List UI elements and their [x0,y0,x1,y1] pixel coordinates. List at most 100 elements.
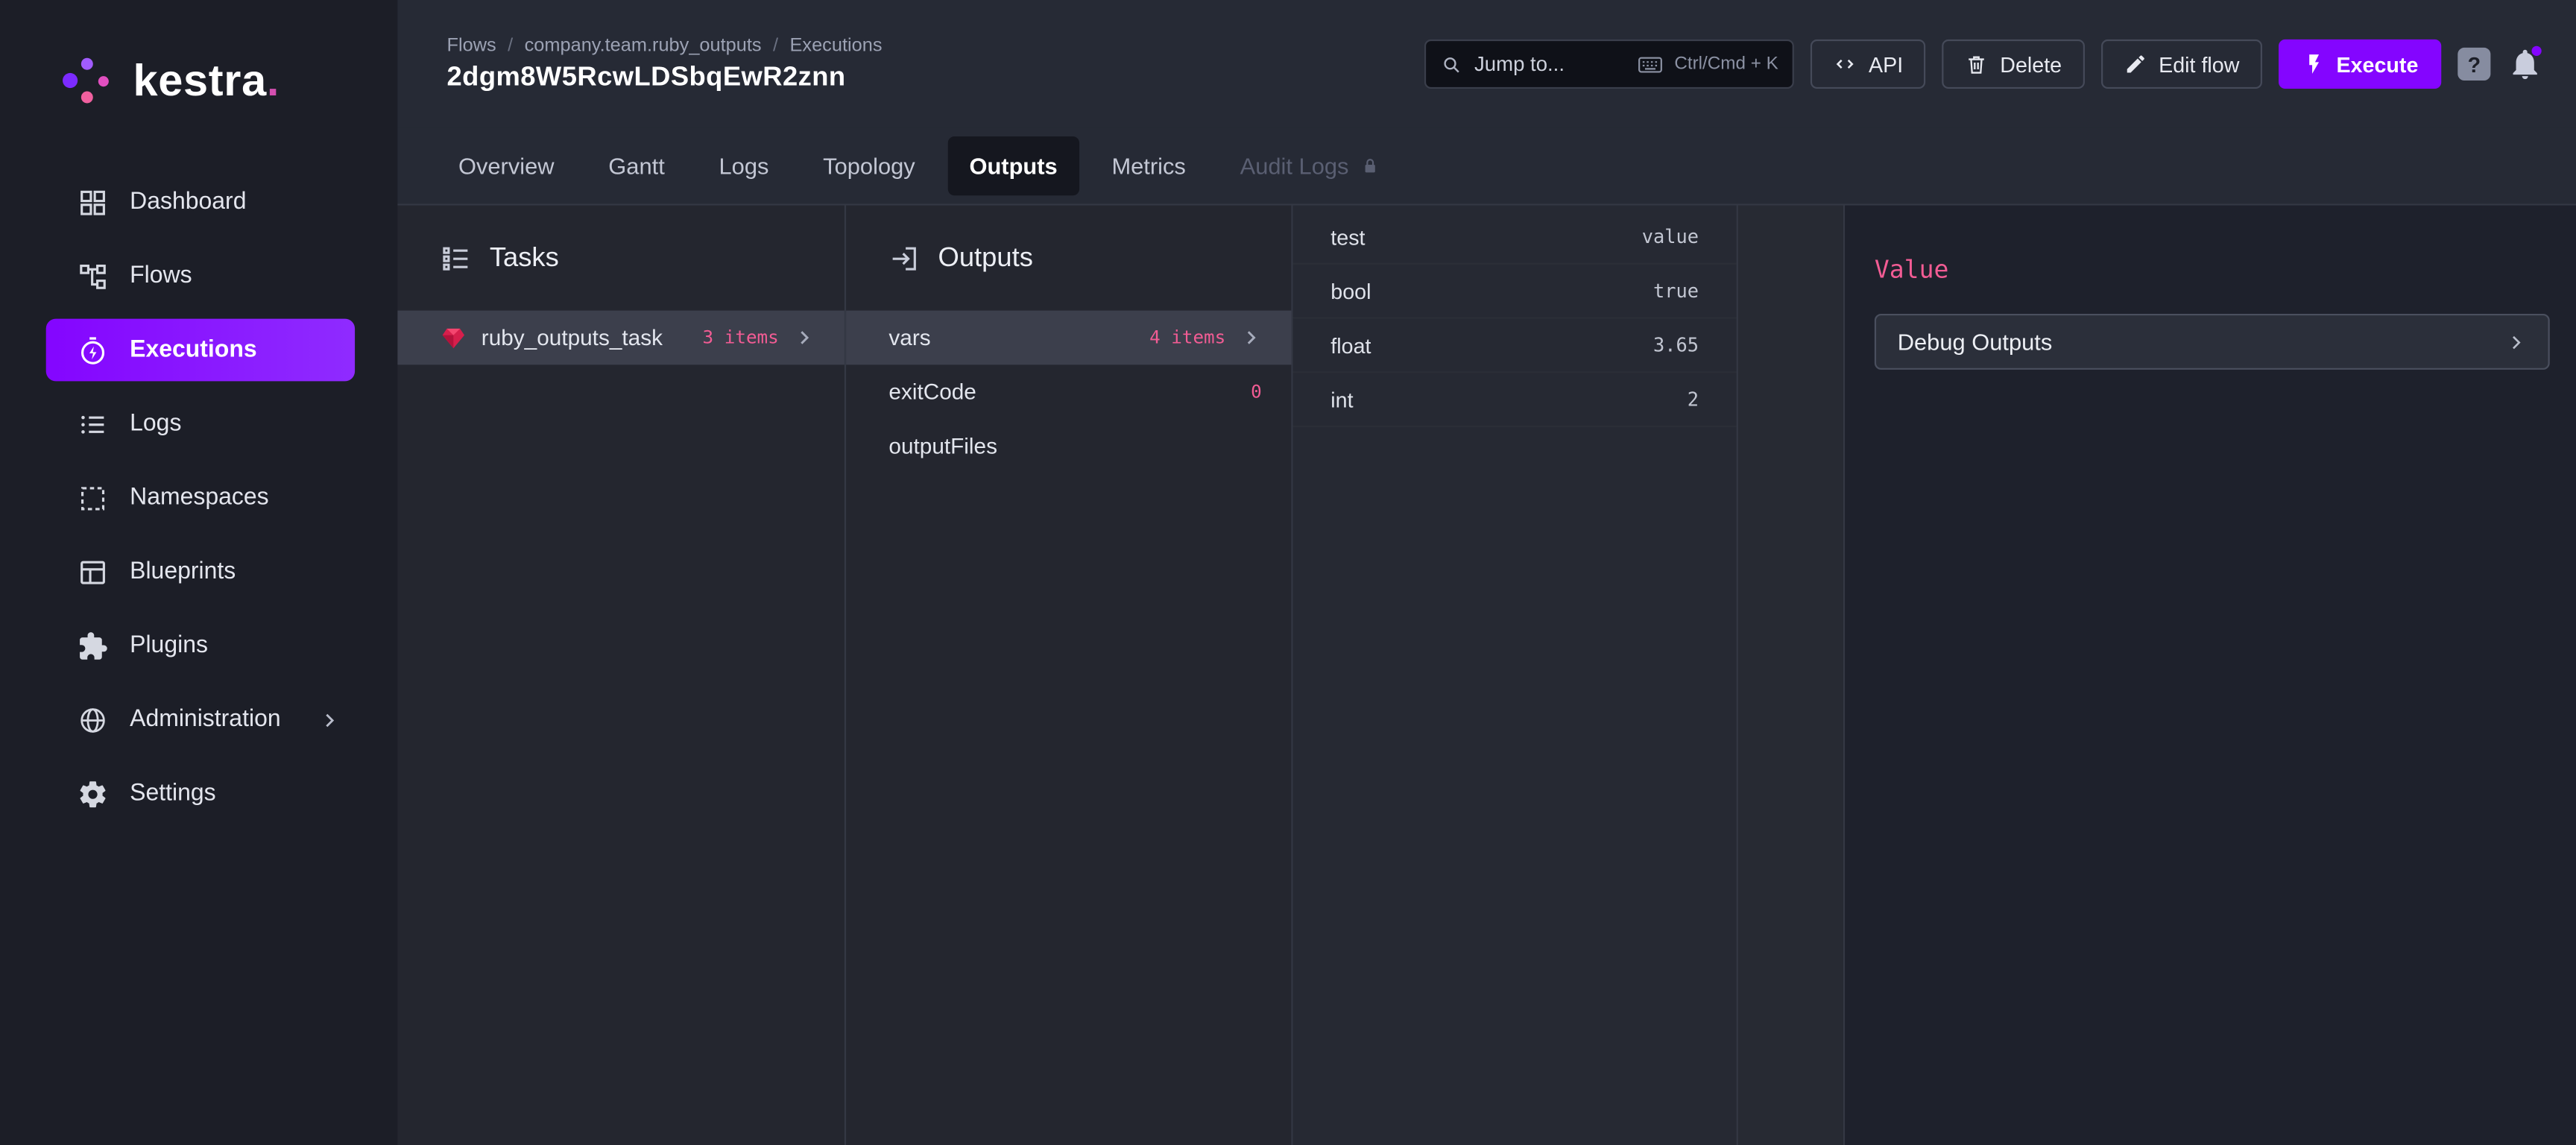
sidebar-item-label: Settings [130,780,216,807]
kv-key: bool [1330,279,1371,303]
namespaces-icon [78,482,109,514]
tasks-panel-title: Tasks [490,242,559,274]
notifications-button[interactable] [2507,46,2542,82]
output-label: vars [888,325,930,350]
kv-key: int [1330,387,1353,411]
kv-key: test [1330,224,1365,249]
sidebar-item-dashboard[interactable]: Dashboard [46,171,355,233]
sidebar-item-settings[interactable]: Settings [46,763,355,825]
kv-key: float [1330,332,1371,357]
breadcrumb-separator: / [773,35,778,54]
tab-outputs[interactable]: Outputs [948,136,1079,195]
breadcrumb-executions[interactable]: Executions [790,35,883,54]
trash-icon [1966,53,1989,76]
kestra-logo-icon [59,53,115,109]
outputs-panel-title: Outputs [938,242,1033,274]
output-row-vars[interactable]: vars 4 items [846,311,1291,365]
delete-button-label: Delete [2000,51,2062,76]
empty-column [1738,206,1845,1145]
sidebar-item-flows[interactable]: Flows [46,245,355,307]
kv-row-bool[interactable]: bool true [1293,265,1737,319]
sidebar-item-executions[interactable]: Executions [46,319,355,382]
sidebar-item-plugins[interactable]: Plugins [46,614,355,677]
kv-value: value [1642,225,1699,248]
kv-row-test[interactable]: test value [1293,210,1737,265]
output-label: exitCode [888,379,976,404]
sidebar-item-label: Executions [130,337,257,363]
flows-icon [78,260,109,291]
sidebar-item-blueprints[interactable]: Blueprints [46,540,355,603]
execute-button[interactable]: Execute [2279,40,2441,89]
kestra-logo[interactable]: kestra. [0,42,397,118]
tab-metrics[interactable]: Metrics [1090,136,1208,195]
sidebar-item-label: Namespaces [130,485,269,511]
jump-to-search[interactable]: Jump to... Ctrl/Cmd + K [1425,40,1795,89]
sidebar-nav: Dashboard Flows Executions [0,171,397,836]
tab-overview[interactable]: Overview [437,136,575,195]
tab-topology[interactable]: Topology [802,136,937,195]
topbar-left: Flows / company.team.ruby_outputs / Exec… [447,35,883,92]
lock-icon [1360,156,1380,175]
outputs-panel-header: Outputs [846,206,1291,311]
breadcrumb: Flows / company.team.ruby_outputs / Exec… [447,35,883,54]
tasks-panel: Tasks ruby_outputs_task 3 items [397,206,846,1145]
debug-outputs-label: Debug Outputs [1898,329,2053,355]
logs-icon [78,409,109,440]
notification-dot [2531,46,2541,56]
kv-value: true [1653,280,1699,303]
outputs-icon [888,242,920,274]
sidebar-item-namespaces[interactable]: Namespaces [46,467,355,529]
logo-wordmark: kestra. [133,55,280,106]
task-row-ruby-outputs-task[interactable]: ruby_outputs_task 3 items [397,311,845,365]
api-button[interactable]: API [1811,40,1926,89]
output-value: 0 [1251,381,1262,403]
chevron-right-icon [318,709,340,731]
kv-row-int[interactable]: int 2 [1293,373,1737,427]
sidebar-item-label: Flows [130,263,192,289]
task-items-count: 3 items [703,327,779,349]
sidebar-item-label: Logs [130,411,181,437]
edit-flow-button[interactable]: Edit flow [2101,40,2262,89]
sidebar-item-label: Plugins [130,633,208,659]
outputs-explorer: Tasks ruby_outputs_task 3 items [397,204,2576,1145]
search-placeholder: Jump to... [1474,53,1565,76]
topbar-actions: Jump to... Ctrl/Cmd + K API [1425,40,2543,89]
kestra-app: kestra. Dashboard Flows [0,0,2576,1145]
delete-button[interactable]: Delete [1942,40,2085,89]
administration-icon [78,704,109,735]
vars-values-panel: test value bool true float 3.65 int 2 [1293,206,1738,1145]
gear-icon [78,778,109,810]
tasks-panel-header: Tasks [397,206,845,311]
search-shortcut-label: Ctrl/Cmd + K [1674,54,1778,74]
output-row-outputfiles[interactable]: outputFiles [846,419,1291,473]
execution-tabs: Overview Gantt Logs Topology Outputs Met… [397,128,2576,204]
edit-flow-button-label: Edit flow [2159,51,2239,76]
tab-logs[interactable]: Logs [698,136,790,195]
breadcrumb-namespace[interactable]: company.team.ruby_outputs [525,35,762,54]
blueprints-icon [78,556,109,587]
help-button[interactable]: ? [2457,48,2490,81]
sidebar-item-label: Dashboard [130,189,246,215]
chevron-right-icon [794,327,815,349]
topbar: Flows / company.team.ruby_outputs / Exec… [397,0,2576,128]
chevron-right-icon [2505,329,2527,354]
breadcrumb-flows[interactable]: Flows [447,35,496,54]
sidebar-item-label: Blueprints [130,558,236,584]
value-panel: Value Debug Outputs [1845,206,2576,1145]
keyboard-icon [1637,50,1664,78]
kv-row-float[interactable]: float 3.65 [1293,319,1737,373]
chevron-right-icon [1240,327,1262,349]
execution-id-title: 2dgm8W5RcwLDSbqEwR2znn [447,62,883,93]
task-label: ruby_outputs_task [482,325,663,350]
kv-value: 2 [1688,388,1699,411]
sidebar-item-administration[interactable]: Administration [46,689,355,751]
output-row-exitcode[interactable]: exitCode 0 [846,365,1291,419]
sidebar: kestra. Dashboard Flows [0,0,397,1145]
execute-button-label: Execute [2336,51,2418,76]
debug-outputs-button[interactable]: Debug Outputs [1875,314,2550,370]
tab-gantt[interactable]: Gantt [587,136,686,195]
sidebar-item-label: Administration [130,707,280,733]
outputs-panel: Outputs vars 4 items exitCode 0 outputFi… [846,206,1293,1145]
sidebar-item-logs[interactable]: Logs [46,393,355,455]
output-items-count: 4 items [1149,327,1225,349]
